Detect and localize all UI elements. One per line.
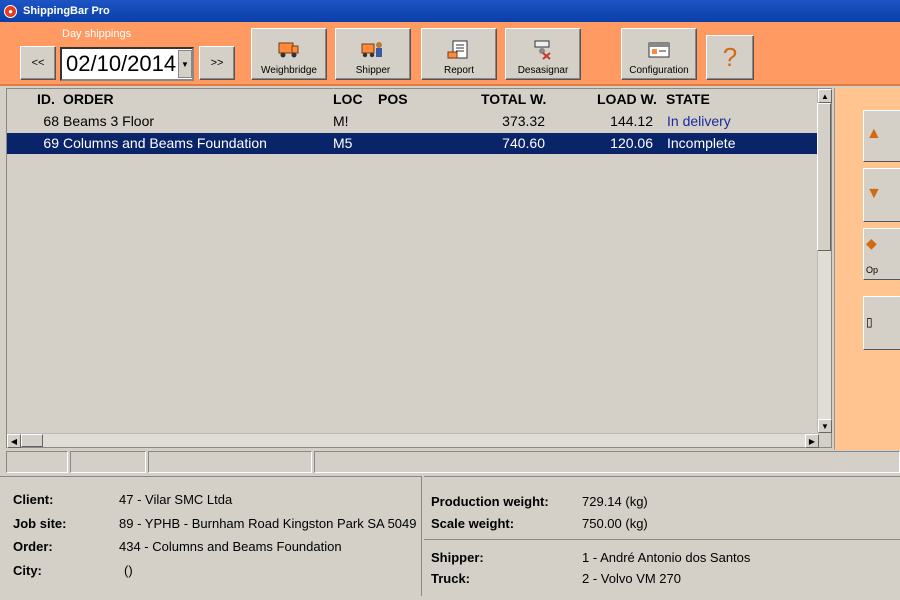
move-up-button[interactable]: ▲ xyxy=(863,110,900,162)
scale-weight-value: 750.00 (kg) xyxy=(582,516,648,531)
scroll-up-icon[interactable]: ▲ xyxy=(818,89,832,103)
production-weight-label: Production weight: xyxy=(431,494,549,509)
scale-weight-label: Scale weight: xyxy=(431,516,515,531)
status-panel-3 xyxy=(148,451,312,473)
next-day-button[interactable]: >> xyxy=(199,46,235,80)
configuration-icon xyxy=(647,39,671,61)
help-button[interactable]: ? xyxy=(706,35,754,80)
report-button[interactable]: Report xyxy=(421,28,497,80)
order-value: 434 - Columns and Beams Foundation xyxy=(119,539,342,554)
header-total-weight[interactable]: TOTAL W. xyxy=(481,91,546,107)
cell-id: 68 xyxy=(43,113,59,129)
status-panel-2 xyxy=(70,451,146,473)
cell-order: Beams 3 Floor xyxy=(63,113,155,129)
header-order[interactable]: ORDER xyxy=(63,91,114,107)
truck-label: Truck: xyxy=(431,571,471,586)
date-value[interactable]: 02/10/2014 xyxy=(62,51,178,77)
report-icon xyxy=(447,39,471,61)
cell-total-weight: 740.60 xyxy=(502,135,545,151)
truck-value: 2 - Volvo VM 270 xyxy=(582,571,681,586)
date-picker[interactable]: 02/10/2014 ▼ xyxy=(60,47,194,81)
production-weight-value: 729.14 (kg) xyxy=(582,494,648,509)
order-label: Order: xyxy=(13,539,53,554)
header-loc[interactable]: LOC xyxy=(333,91,363,107)
cell-loc: M! xyxy=(333,113,349,129)
extra-button[interactable]: ▯ xyxy=(863,296,900,350)
arrow-down-icon: ▼ xyxy=(866,185,882,202)
shipper-label: Shipper xyxy=(355,65,391,76)
cell-total-weight: 373.32 xyxy=(502,113,545,129)
toolbar: Day shippings << 02/10/2014 ▼ >> Weighbr… xyxy=(0,22,900,86)
status-panel-4 xyxy=(314,451,900,473)
shipper-icon xyxy=(361,39,385,61)
options-button[interactable]: ◆ Op xyxy=(863,228,900,280)
configuration-label: Configuration xyxy=(629,65,689,76)
arrow-up-icon: ▲ xyxy=(866,125,882,142)
day-shippings-label: Day shippings xyxy=(62,28,132,40)
prev-day-button[interactable]: << xyxy=(20,46,56,80)
shipper-button[interactable]: Shipper xyxy=(335,28,411,80)
horizontal-scroll-thumb[interactable] xyxy=(21,434,43,447)
order-details-panel: Client: 47 - Vilar SMC Ltda Job site: 89… xyxy=(0,476,422,596)
truck-scale-icon xyxy=(277,39,301,61)
weighbridge-label: Weighbridge xyxy=(261,65,317,76)
desasignar-button[interactable]: Desasignar xyxy=(505,28,581,80)
jobsite-label: Job site: xyxy=(13,516,67,531)
options-icon: ◆ xyxy=(866,235,877,251)
title-bar: ● ShippingBar Pro xyxy=(0,0,900,22)
jobsite-value: 89 - YPHB - Burnham Road Kingston Park S… xyxy=(119,516,417,531)
client-label: Client: xyxy=(13,492,54,507)
unassign-icon xyxy=(531,39,555,61)
configuration-button[interactable]: Configuration xyxy=(621,28,697,80)
weights-divider xyxy=(424,539,900,540)
right-side-panel: ▲ ▼ ◆ Op ▯ xyxy=(834,88,900,450)
vertical-scrollbar[interactable]: ▲ ▼ xyxy=(817,89,832,433)
header-load-weight[interactable]: LOAD W. xyxy=(597,91,657,107)
city-value: () xyxy=(124,563,133,578)
vertical-scroll-thumb[interactable] xyxy=(817,103,831,251)
header-pos[interactable]: POS xyxy=(378,91,408,107)
header-state[interactable]: STATE xyxy=(666,91,710,107)
window-title: ShippingBar Pro xyxy=(23,5,110,17)
cell-loc: M5 xyxy=(333,135,353,151)
scroll-right-icon[interactable]: ▶ xyxy=(805,434,819,448)
scroll-left-icon[interactable]: ◀ xyxy=(7,434,21,448)
status-panel-1 xyxy=(6,451,68,473)
weights-panel: Production weight: 729.14 (kg) Scale wei… xyxy=(424,476,900,596)
scroll-down-icon[interactable]: ▼ xyxy=(818,419,832,433)
help-icon: ? xyxy=(722,42,738,72)
shipper-detail-value: 1 - André Antonio dos Santos xyxy=(582,550,751,565)
move-down-button[interactable]: ▼ xyxy=(863,168,900,222)
horizontal-scrollbar[interactable]: ◀ ▶ xyxy=(7,433,819,448)
cell-order: Columns and Beams Foundation xyxy=(63,135,267,151)
client-value: 47 - Vilar SMC Ltda xyxy=(119,492,233,507)
weighbridge-button[interactable]: Weighbridge xyxy=(251,28,327,80)
options-label: Op xyxy=(866,265,879,275)
chevron-down-icon[interactable]: ▼ xyxy=(178,50,192,78)
app-icon: ● xyxy=(4,4,17,18)
cell-load-weight: 144.12 xyxy=(610,113,653,129)
header-id[interactable]: ID. xyxy=(37,91,55,107)
shipper-detail-label: Shipper: xyxy=(431,550,484,565)
desasignar-label: Desasignar xyxy=(517,65,569,76)
status-bar xyxy=(6,451,900,475)
table-row[interactable]: 69 Columns and Beams Foundation M5 740.6… xyxy=(7,133,819,154)
report-label: Report xyxy=(443,65,474,76)
orders-list: ID. ORDER LOC POS TOTAL W. LOAD W. STATE… xyxy=(6,88,832,448)
table-row[interactable]: 68 Beams 3 Floor M! 373.32 144.12 In del… xyxy=(7,111,819,132)
cell-state: Incomplete xyxy=(667,135,736,151)
cell-id: 69 xyxy=(43,135,59,151)
cell-load-weight: 120.06 xyxy=(610,135,653,151)
cell-state: In delivery xyxy=(667,113,731,129)
city-label: City: xyxy=(13,563,42,578)
document-icon: ▯ xyxy=(866,315,873,329)
